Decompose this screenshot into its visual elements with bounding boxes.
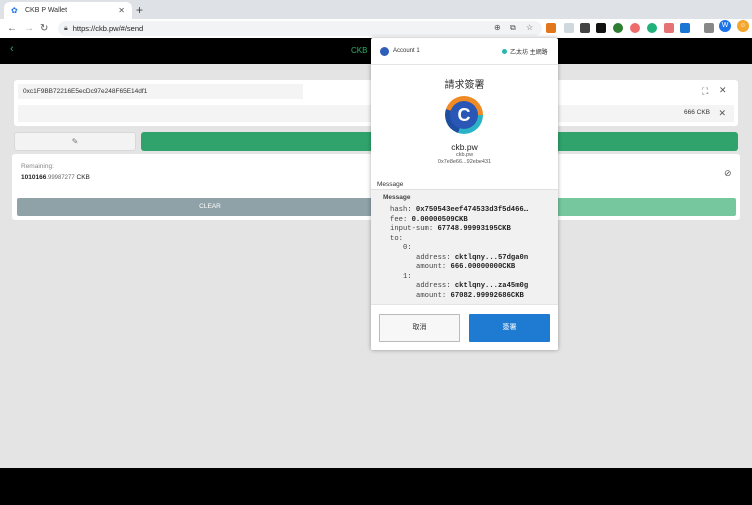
back-arrow-icon[interactable]: ← (7, 21, 17, 36)
network-status-dot (502, 49, 507, 54)
extension-icon[interactable] (613, 23, 623, 33)
account-avatar (380, 47, 389, 56)
close-icon[interactable]: ✕ (719, 85, 727, 96)
extension-icon[interactable] (680, 23, 690, 33)
pencil-icon: ✎ (71, 137, 79, 146)
address-bar[interactable]: 🔒︎ https://ckb.pw/#/send ⊕ ⧉ ☆ (58, 21, 542, 36)
bottom-bar (0, 468, 752, 505)
account-name: Account 1 (393, 48, 420, 54)
remaining-value: 1010166.99987277 CKB (21, 174, 90, 181)
browser-menu-icon[interactable]: ☺ (737, 20, 749, 32)
extension-icon[interactable] (647, 23, 657, 33)
reading-list-icon[interactable] (704, 23, 714, 33)
site-logo: C (445, 96, 483, 134)
expand-icon[interactable]: ⛶ (702, 86, 708, 97)
message-header: Message (383, 194, 411, 201)
site-logo-letter: C (450, 101, 478, 129)
extension-icon[interactable] (630, 23, 640, 33)
back-chevron-icon[interactable]: ‹ (10, 43, 14, 55)
zoom-icon[interactable]: ⊕ (494, 23, 501, 32)
metamask-fox-icon[interactable] (546, 23, 556, 33)
gear-favicon-icon: ✿ (11, 5, 18, 15)
extension-icon[interactable] (564, 23, 574, 33)
network-name: 乙太坊 主網路 (510, 50, 548, 56)
browser-tab-strip: ✿ CKB P Wallet ✕ + (0, 0, 752, 19)
clear-button[interactable]: CLEAR (17, 198, 403, 216)
popup-actions: 取消 簽署 (371, 304, 558, 350)
message-box[interactable]: Message hash: 0x750543eef474533d3f5d466…… (371, 189, 558, 305)
lock-icon: 🔒︎ (64, 24, 68, 32)
tab-title: CKB P Wallet (25, 7, 68, 14)
cancel-button[interactable]: 取消 (379, 314, 460, 342)
request-title: 請求簽署 (444, 80, 485, 91)
forward-arrow-icon[interactable]: → (24, 21, 34, 36)
site-address: 0x7e8e66...92ebe431 (437, 159, 492, 165)
edit-button[interactable]: ✎ (14, 132, 136, 151)
remaining-decimal: .99987277 (46, 175, 75, 181)
remaining-label: Remaining: (21, 163, 54, 170)
message-content: hash: 0x750543eef474533d3f5d466… fee: 0.… (390, 206, 529, 300)
site-origin: ckb.pw (455, 152, 474, 158)
remaining-unit: CKB (76, 174, 90, 181)
metamask-signature-popup: Account 1 乙太坊 主網路 請求簽署 C ckb.pw ckb.pw 0… (371, 38, 558, 350)
translate-icon[interactable]: ⧉ (510, 23, 516, 33)
popup-header: Account 1 乙太坊 主網路 (371, 38, 558, 65)
address-input[interactable]: 0xc1F9BB72216E5ecDc97e248F65E14df1 (18, 84, 303, 99)
tab-close-icon[interactable]: ✕ (118, 6, 125, 15)
browser-tab[interactable]: ✿ CKB P Wallet ✕ (4, 2, 132, 19)
close-icon[interactable]: ✕ (718, 108, 726, 119)
remaining-integer: 1010166 (21, 174, 47, 181)
url-text: https://ckb.pw/#/send (72, 24, 144, 33)
profile-avatar[interactable]: W (719, 20, 731, 32)
browser-toolbar: ← → ↻ 🔒︎ https://ckb.pw/#/send ⊕ ⧉ ☆ W ☺ (0, 19, 752, 39)
extension-icon[interactable] (664, 23, 674, 33)
site-name: ckb.pw (451, 142, 478, 152)
new-tab-plus-icon[interactable]: + (136, 2, 143, 18)
toggle-icon[interactable]: ⊘ (724, 168, 732, 179)
star-icon[interactable]: ☆ (526, 23, 533, 32)
reload-icon[interactable]: ↻ (40, 21, 48, 36)
extension-icon[interactable] (580, 23, 590, 33)
message-label: Message (377, 181, 404, 188)
sign-button[interactable]: 簽署 (469, 314, 550, 342)
app-title: CKB (351, 46, 368, 55)
amount-value: 666 CKB (683, 109, 710, 116)
extension-icon[interactable] (596, 23, 606, 33)
